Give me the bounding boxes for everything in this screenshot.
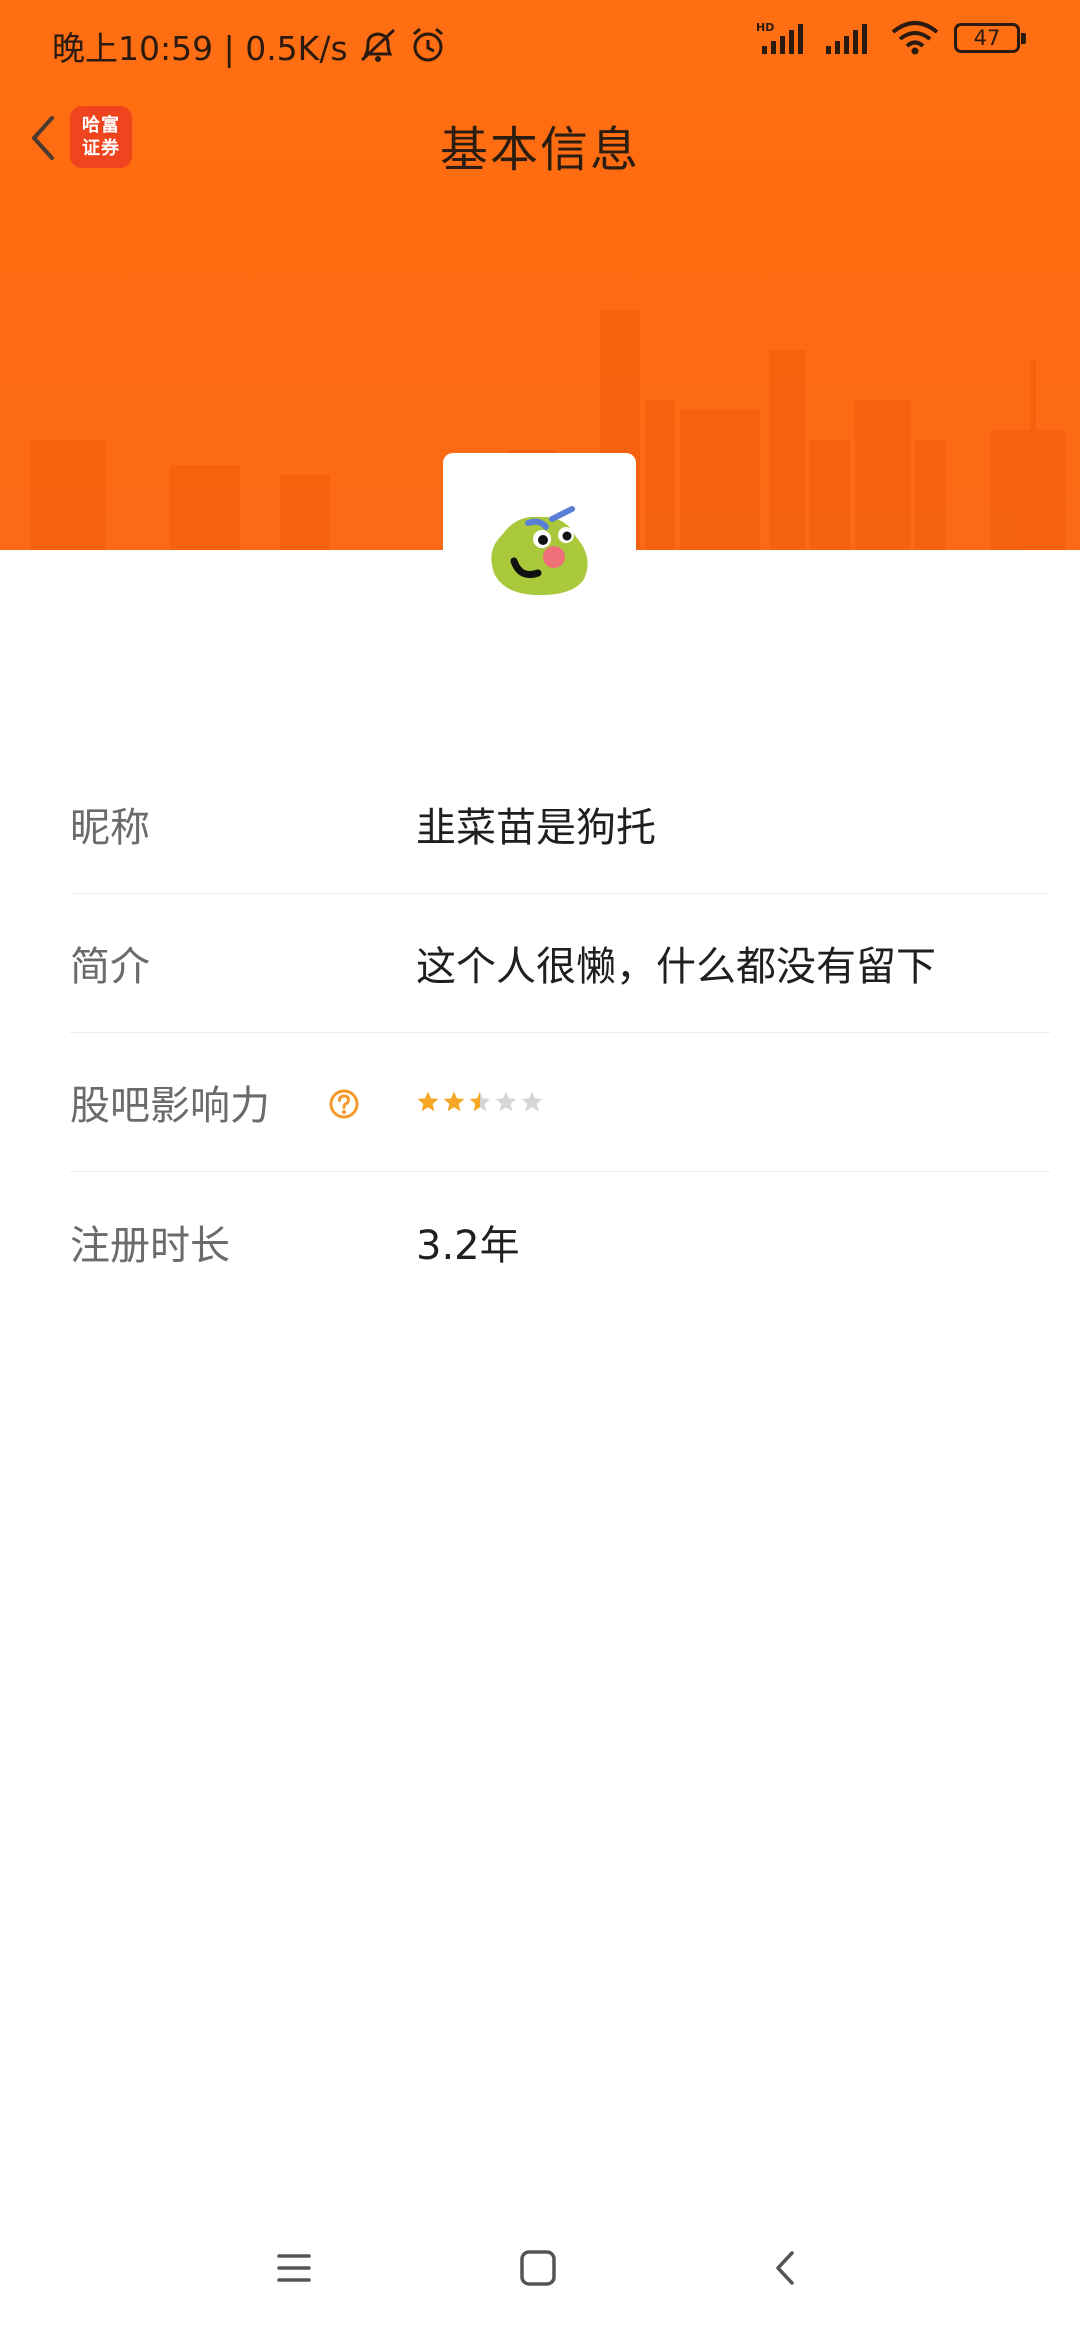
battery-level: 47 [973,26,1001,50]
page-title: 基本信息 [439,122,640,178]
influence-label: 股吧影响力 [70,1083,270,1129]
star-icon [521,1091,543,1112]
battery-icon: 47 [954,23,1026,53]
bell-muted-icon [360,28,395,62]
alarm-icon [412,27,443,62]
registration-label: 注册时长 [70,1222,230,1269]
signal-icon [826,24,867,54]
avatar[interactable] [443,453,636,646]
navigation-bar: 哈富 证券 基本信息 [0,90,1080,190]
star-icon [443,1091,465,1112]
bio-row: 简介 这个人很懒，什么都没有留下 [70,894,1050,1033]
green-blob-avatar-icon [490,505,588,595]
bio-value: 这个人很懒，什么都没有留下 [416,944,936,990]
nickname-value: 韭菜苗是狗托 [416,805,656,851]
registration-value: 3.2年 [416,1222,520,1269]
svg-text:HD: HD [756,21,774,34]
home-icon[interactable] [518,2250,558,2286]
star-icon [417,1091,439,1112]
nickname-label: 昵称 [70,805,150,851]
back-icon[interactable] [770,2250,800,2286]
system-navigation-bar [0,2220,1080,2320]
wifi-icon [891,21,939,55]
profile-info-list: 昵称 韭菜苗是狗托 简介 这个人很懒，什么都没有留下 股吧影响力 注册时长 3.… [70,755,1050,1311]
bio-label: 简介 [70,944,150,990]
star-icon [469,1091,491,1112]
question-circle-icon[interactable] [328,1088,360,1120]
status-time: 晚上10:59 | 0.5K/s [52,29,348,68]
menu-icon[interactable] [275,2250,313,2286]
registration-row: 注册时长 3.2年 [70,1172,1050,1311]
nickname-row: 昵称 韭菜苗是狗托 [70,755,1050,894]
star-icon [495,1091,517,1112]
hd-signal-icon: HD [756,21,803,54]
status-bar: 晚上10:59 | 0.5K/s HD 47 [0,0,1080,90]
influence-star-rating [416,1090,544,1114]
influence-row: 股吧影响力 [70,1033,1050,1172]
